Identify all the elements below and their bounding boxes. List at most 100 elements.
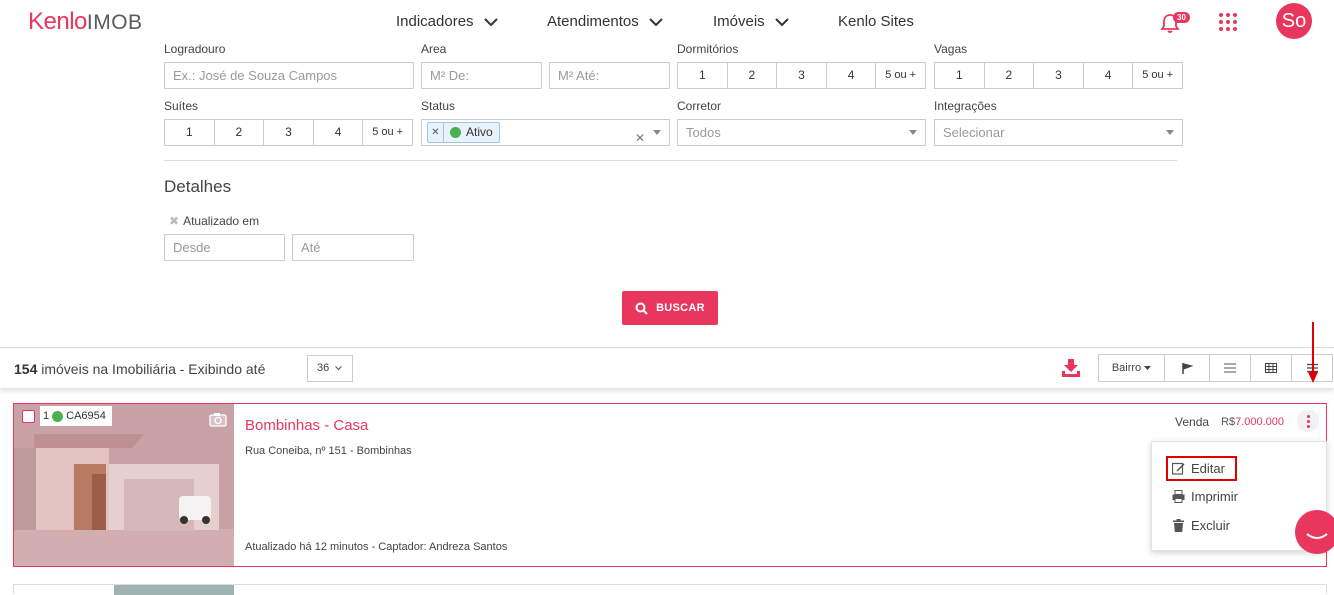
property-updated: Atualizado há 12 minutos - Captador: And… bbox=[245, 541, 508, 553]
top-bar: KenloIMOB Indicadores Atendimentos Imóve… bbox=[0, 0, 1334, 44]
view-toolbar: Bairro bbox=[1098, 354, 1333, 382]
caret-down-icon bbox=[1144, 365, 1152, 370]
integracoes-select[interactable]: Selecionar bbox=[934, 119, 1183, 146]
clear-icon[interactable]: ✕ bbox=[635, 126, 645, 151]
status-label: Status bbox=[421, 99, 456, 113]
list-view-button[interactable] bbox=[1210, 355, 1251, 381]
vagas-option[interactable]: 5 ou + bbox=[1133, 63, 1182, 88]
select-checkbox[interactable] bbox=[22, 410, 35, 423]
detalhes-title: Detalhes bbox=[164, 177, 232, 196]
nav-indicadores[interactable]: Indicadores bbox=[396, 13, 498, 30]
corretor-value: Todos bbox=[686, 125, 721, 140]
price-currency: R$ bbox=[1221, 416, 1236, 428]
property-photo bbox=[114, 585, 234, 595]
chevron-down-icon bbox=[335, 366, 343, 371]
vagas-option[interactable]: 3 bbox=[1034, 63, 1084, 88]
area-from-input[interactable]: M² De: bbox=[421, 62, 542, 89]
table-icon bbox=[1265, 363, 1277, 373]
menu-item-excluir[interactable]: Excluir bbox=[1172, 518, 1230, 533]
nav-label: Kenlo Sites bbox=[838, 13, 914, 30]
suites-selector: 1 2 3 4 5 ou + bbox=[164, 119, 413, 146]
caret-down-icon bbox=[909, 130, 917, 135]
desde-input[interactable]: Desde bbox=[164, 234, 285, 261]
property-code: 1 CA6954 bbox=[40, 406, 112, 426]
remove-tag-icon[interactable]: ✕ bbox=[428, 123, 444, 142]
remove-filter-icon[interactable]: ✖ bbox=[169, 214, 179, 228]
arrow-down-icon bbox=[1308, 322, 1318, 383]
property-card[interactable] bbox=[13, 584, 1327, 595]
chat-button[interactable] bbox=[1295, 510, 1334, 554]
property-address: Rua Coneiba, nº 151 - Bombinhas bbox=[245, 445, 412, 457]
vagas-option[interactable]: 2 bbox=[985, 63, 1035, 88]
nav-label: Atendimentos bbox=[547, 13, 639, 30]
house-image bbox=[14, 404, 234, 566]
suites-option[interactable]: 5 ou + bbox=[363, 120, 412, 145]
suites-label: Suítes bbox=[164, 99, 199, 113]
printer-icon bbox=[1172, 490, 1185, 503]
chevron-down-icon bbox=[649, 17, 663, 26]
logradouro-input[interactable]: Ex.: José de Souza Campos bbox=[164, 62, 414, 89]
dormitorios-selector: 1 2 3 4 5 ou + bbox=[677, 62, 926, 89]
vagas-selector: 1 2 3 4 5 ou + bbox=[934, 62, 1183, 89]
dormitorios-option[interactable]: 5 ou + bbox=[876, 63, 925, 88]
status-tag: ✕ Ativo bbox=[427, 122, 500, 143]
vagas-option[interactable]: 1 bbox=[935, 63, 985, 88]
map-view-button[interactable] bbox=[1165, 355, 1210, 381]
logo-sub: IMOB bbox=[86, 11, 143, 34]
nav-atendimentos[interactable]: Atendimentos bbox=[547, 13, 663, 30]
divider bbox=[164, 160, 1177, 161]
menu-item-label: Excluir bbox=[1191, 518, 1231, 533]
dormitorios-label: Dormitórios bbox=[677, 42, 739, 56]
search-icon bbox=[635, 302, 648, 315]
nav-kenlo-sites[interactable]: Kenlo Sites bbox=[838, 13, 914, 30]
atualizado-filter: ✖ Atualizado em bbox=[169, 214, 259, 228]
vagas-option[interactable]: 4 bbox=[1084, 63, 1134, 88]
property-photo[interactable]: 1 CA6954 bbox=[14, 404, 234, 566]
property-title[interactable]: Bombinhas - Casa bbox=[245, 417, 368, 434]
suites-option[interactable]: 4 bbox=[314, 120, 364, 145]
list-icon bbox=[1224, 363, 1236, 373]
highlight-box bbox=[1166, 456, 1237, 481]
results-count-number: 154 bbox=[14, 361, 38, 377]
corretor-label: Corretor bbox=[677, 99, 722, 113]
ate-input[interactable]: Até bbox=[292, 234, 414, 261]
more-options-icon[interactable] bbox=[1297, 410, 1319, 432]
suites-option[interactable]: 1 bbox=[165, 120, 215, 145]
results-bar: 154 imóveis na Imobiliária - Exibindo at… bbox=[0, 347, 1334, 388]
flag-icon bbox=[1181, 362, 1193, 374]
area-to-input[interactable]: M² Até: bbox=[549, 62, 670, 89]
property-card[interactable]: 1 CA6954 Bombinhas - Casa Rua Coneiba, n… bbox=[13, 403, 1327, 567]
search-button[interactable]: BUSCAR bbox=[622, 291, 718, 325]
chevron-down-icon bbox=[774, 17, 789, 26]
corretor-select[interactable]: Todos bbox=[677, 119, 926, 146]
apps-grid-icon[interactable] bbox=[1219, 13, 1237, 31]
status-active-dot bbox=[450, 127, 461, 138]
chat-icon bbox=[1306, 533, 1328, 539]
status-select[interactable]: ✕ Ativo ✕ bbox=[421, 119, 670, 146]
kenlo-logo[interactable]: KenloIMOB bbox=[28, 8, 143, 36]
dormitorios-option[interactable]: 4 bbox=[827, 63, 877, 88]
area-label: Área bbox=[421, 42, 447, 56]
camera-icon[interactable] bbox=[209, 412, 227, 427]
nav-label: Indicadores bbox=[396, 13, 474, 30]
avatar[interactable]: So bbox=[1276, 3, 1312, 39]
table-view-button[interactable] bbox=[1251, 355, 1292, 381]
dormitorios-option[interactable]: 1 bbox=[678, 63, 728, 88]
download-icon[interactable] bbox=[1061, 358, 1081, 378]
per-page-select[interactable]: 36 bbox=[307, 355, 353, 382]
atualizado-label: Atualizado em bbox=[183, 214, 260, 228]
logradouro-label: Logradouro bbox=[164, 42, 226, 56]
suites-option[interactable]: 2 bbox=[215, 120, 265, 145]
suites-option[interactable]: 3 bbox=[264, 120, 314, 145]
dormitorios-option[interactable]: 2 bbox=[728, 63, 778, 88]
per-page-value: 36 bbox=[317, 362, 330, 374]
dormitorios-option[interactable]: 3 bbox=[777, 63, 827, 88]
results-count: 154 imóveis na Imobiliária - Exibindo at… bbox=[14, 361, 265, 377]
nav-label: Imóveis bbox=[713, 13, 765, 30]
caret-down-icon bbox=[653, 130, 661, 135]
sort-select[interactable]: Bairro bbox=[1099, 355, 1165, 381]
menu-item-imprimir[interactable]: Imprimir bbox=[1172, 489, 1238, 504]
caret-down-icon bbox=[1166, 130, 1174, 135]
logo-main: Kenlo bbox=[28, 8, 87, 35]
nav-imoveis[interactable]: Imóveis bbox=[713, 13, 789, 30]
